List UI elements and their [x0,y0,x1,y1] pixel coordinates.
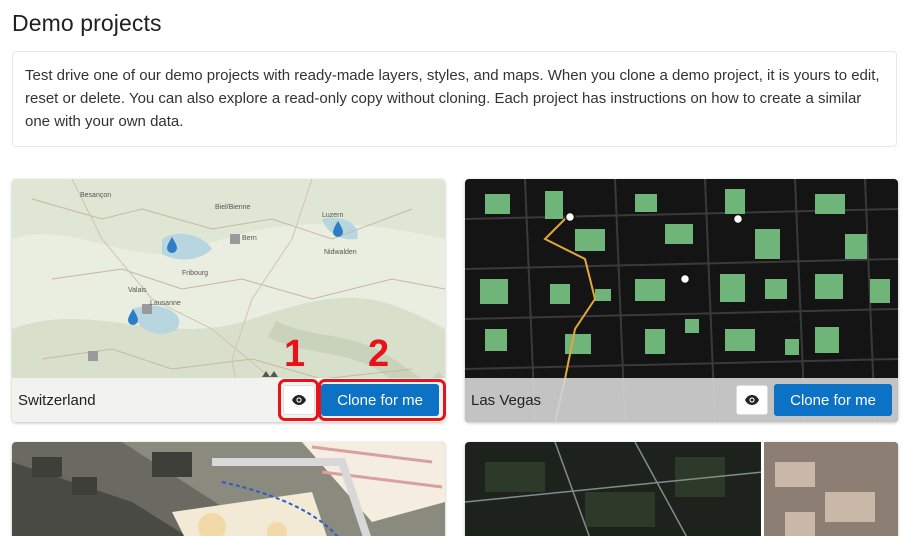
preview-button[interactable] [736,385,769,415]
map-label-fribourg: Fribourg [182,270,208,277]
project-card-las-vegas[interactable]: Las Vegas Clone for me [465,179,898,422]
card-title: Switzerland [18,391,96,409]
callout-number-1: 1 [284,333,306,375]
project-card-aerial-city[interactable] [12,442,445,536]
card-footer: Las Vegas Clone for me [465,378,898,422]
callout-box-preview [278,379,319,421]
intro-text: Test drive one of our demo projects with… [12,51,897,147]
clone-button[interactable]: Clone for me [774,384,892,416]
map-label-nidwalden: Nidwalden [324,249,357,256]
project-card-satellite[interactable] [465,442,898,536]
map-label-bern: Bern [242,235,257,242]
map-label-biel: Biel/Bienne [215,204,251,211]
satellite-thumbnail [465,442,898,536]
map-label-besancon: Besançon [80,192,111,199]
eye-icon [745,395,760,405]
callout-box-clone [318,379,446,421]
map-label-lausanne: Lausanne [150,300,181,307]
page-title: Demo projects [12,10,162,36]
callout-number-2: 2 [368,333,390,375]
map-label-luzern: Luzern [322,212,344,219]
card-title: Las Vegas [471,391,542,409]
aerial-city-thumbnail [12,442,445,536]
map-label-valais: Valais [128,287,147,294]
